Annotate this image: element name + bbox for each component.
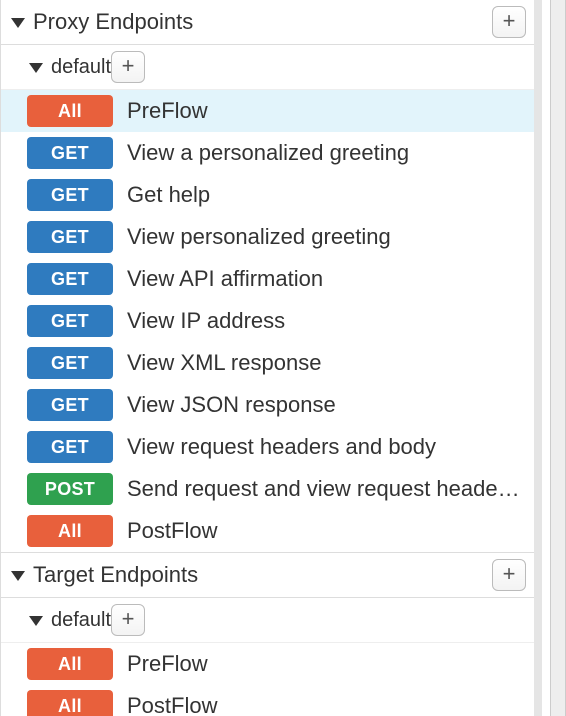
chevron-down-icon — [11, 18, 25, 28]
scrollbar-track[interactable] — [550, 0, 566, 716]
flow-row[interactable]: POST Send request and view request heade… — [1, 468, 534, 510]
method-badge: All — [27, 95, 113, 127]
method-badge: POST — [27, 473, 113, 505]
method-badge: GET — [27, 137, 113, 169]
method-badge: All — [27, 515, 113, 547]
flow-row[interactable]: GET View API affirmation — [1, 258, 534, 300]
add-flow-button[interactable]: + — [111, 51, 145, 83]
add-target-endpoint-button[interactable]: + — [492, 559, 526, 591]
flow-row[interactable]: All PostFlow — [1, 510, 534, 552]
flow-label: View XML response — [127, 350, 526, 376]
flow-label: PostFlow — [127, 518, 526, 544]
endpoint-header-proxy-default[interactable]: default + — [1, 45, 534, 90]
add-flow-button[interactable]: + — [111, 604, 145, 636]
flow-row[interactable]: All PreFlow — [1, 90, 534, 132]
chevron-down-icon — [11, 571, 25, 581]
flow-label: View request headers and body — [127, 434, 526, 460]
flow-row[interactable]: GET Get help — [1, 174, 534, 216]
flow-label: View IP address — [127, 308, 526, 334]
flow-label: View a personalized greeting — [127, 140, 526, 166]
flow-label: View personalized greeting — [127, 224, 526, 250]
method-badge: All — [27, 648, 113, 680]
section-title: Proxy Endpoints — [33, 9, 492, 35]
section-header-proxy-endpoints[interactable]: Proxy Endpoints + — [1, 0, 534, 45]
flow-row[interactable]: GET View XML response — [1, 342, 534, 384]
method-badge: GET — [27, 221, 113, 253]
flow-label: View JSON response — [127, 392, 526, 418]
flow-row[interactable]: GET View a personalized greeting — [1, 132, 534, 174]
endpoint-name: default — [51, 609, 111, 632]
endpoint-header-target-default[interactable]: default + — [1, 598, 534, 643]
flow-label: Send request and view request headers an… — [127, 476, 526, 502]
method-badge: All — [27, 690, 113, 716]
flow-row[interactable]: GET View personalized greeting — [1, 216, 534, 258]
method-badge: GET — [27, 347, 113, 379]
flow-label: View API affirmation — [127, 266, 526, 292]
flow-row[interactable]: GET View IP address — [1, 300, 534, 342]
endpoint-name: default — [51, 56, 111, 79]
flow-label: Get help — [127, 182, 526, 208]
method-badge: GET — [27, 179, 113, 211]
flow-label: PostFlow — [127, 693, 526, 716]
plus-icon: + — [122, 608, 135, 630]
plus-icon: + — [503, 10, 516, 32]
chevron-down-icon — [29, 616, 43, 626]
method-badge: GET — [27, 263, 113, 295]
method-badge: GET — [27, 431, 113, 463]
chevron-down-icon — [29, 63, 43, 73]
section-header-target-endpoints[interactable]: Target Endpoints + — [1, 552, 534, 598]
flow-row[interactable]: GET View JSON response — [1, 384, 534, 426]
method-badge: GET — [27, 305, 113, 337]
flow-row[interactable]: All PreFlow — [1, 643, 534, 685]
flow-row[interactable]: GET View request headers and body — [1, 426, 534, 468]
flow-row[interactable]: All PostFlow — [1, 685, 534, 716]
method-badge: GET — [27, 389, 113, 421]
flow-label: PreFlow — [127, 651, 526, 677]
add-proxy-endpoint-button[interactable]: + — [492, 6, 526, 38]
plus-icon: + — [503, 563, 516, 585]
plus-icon: + — [122, 55, 135, 77]
flow-label: PreFlow — [127, 98, 526, 124]
section-title: Target Endpoints — [33, 562, 492, 588]
